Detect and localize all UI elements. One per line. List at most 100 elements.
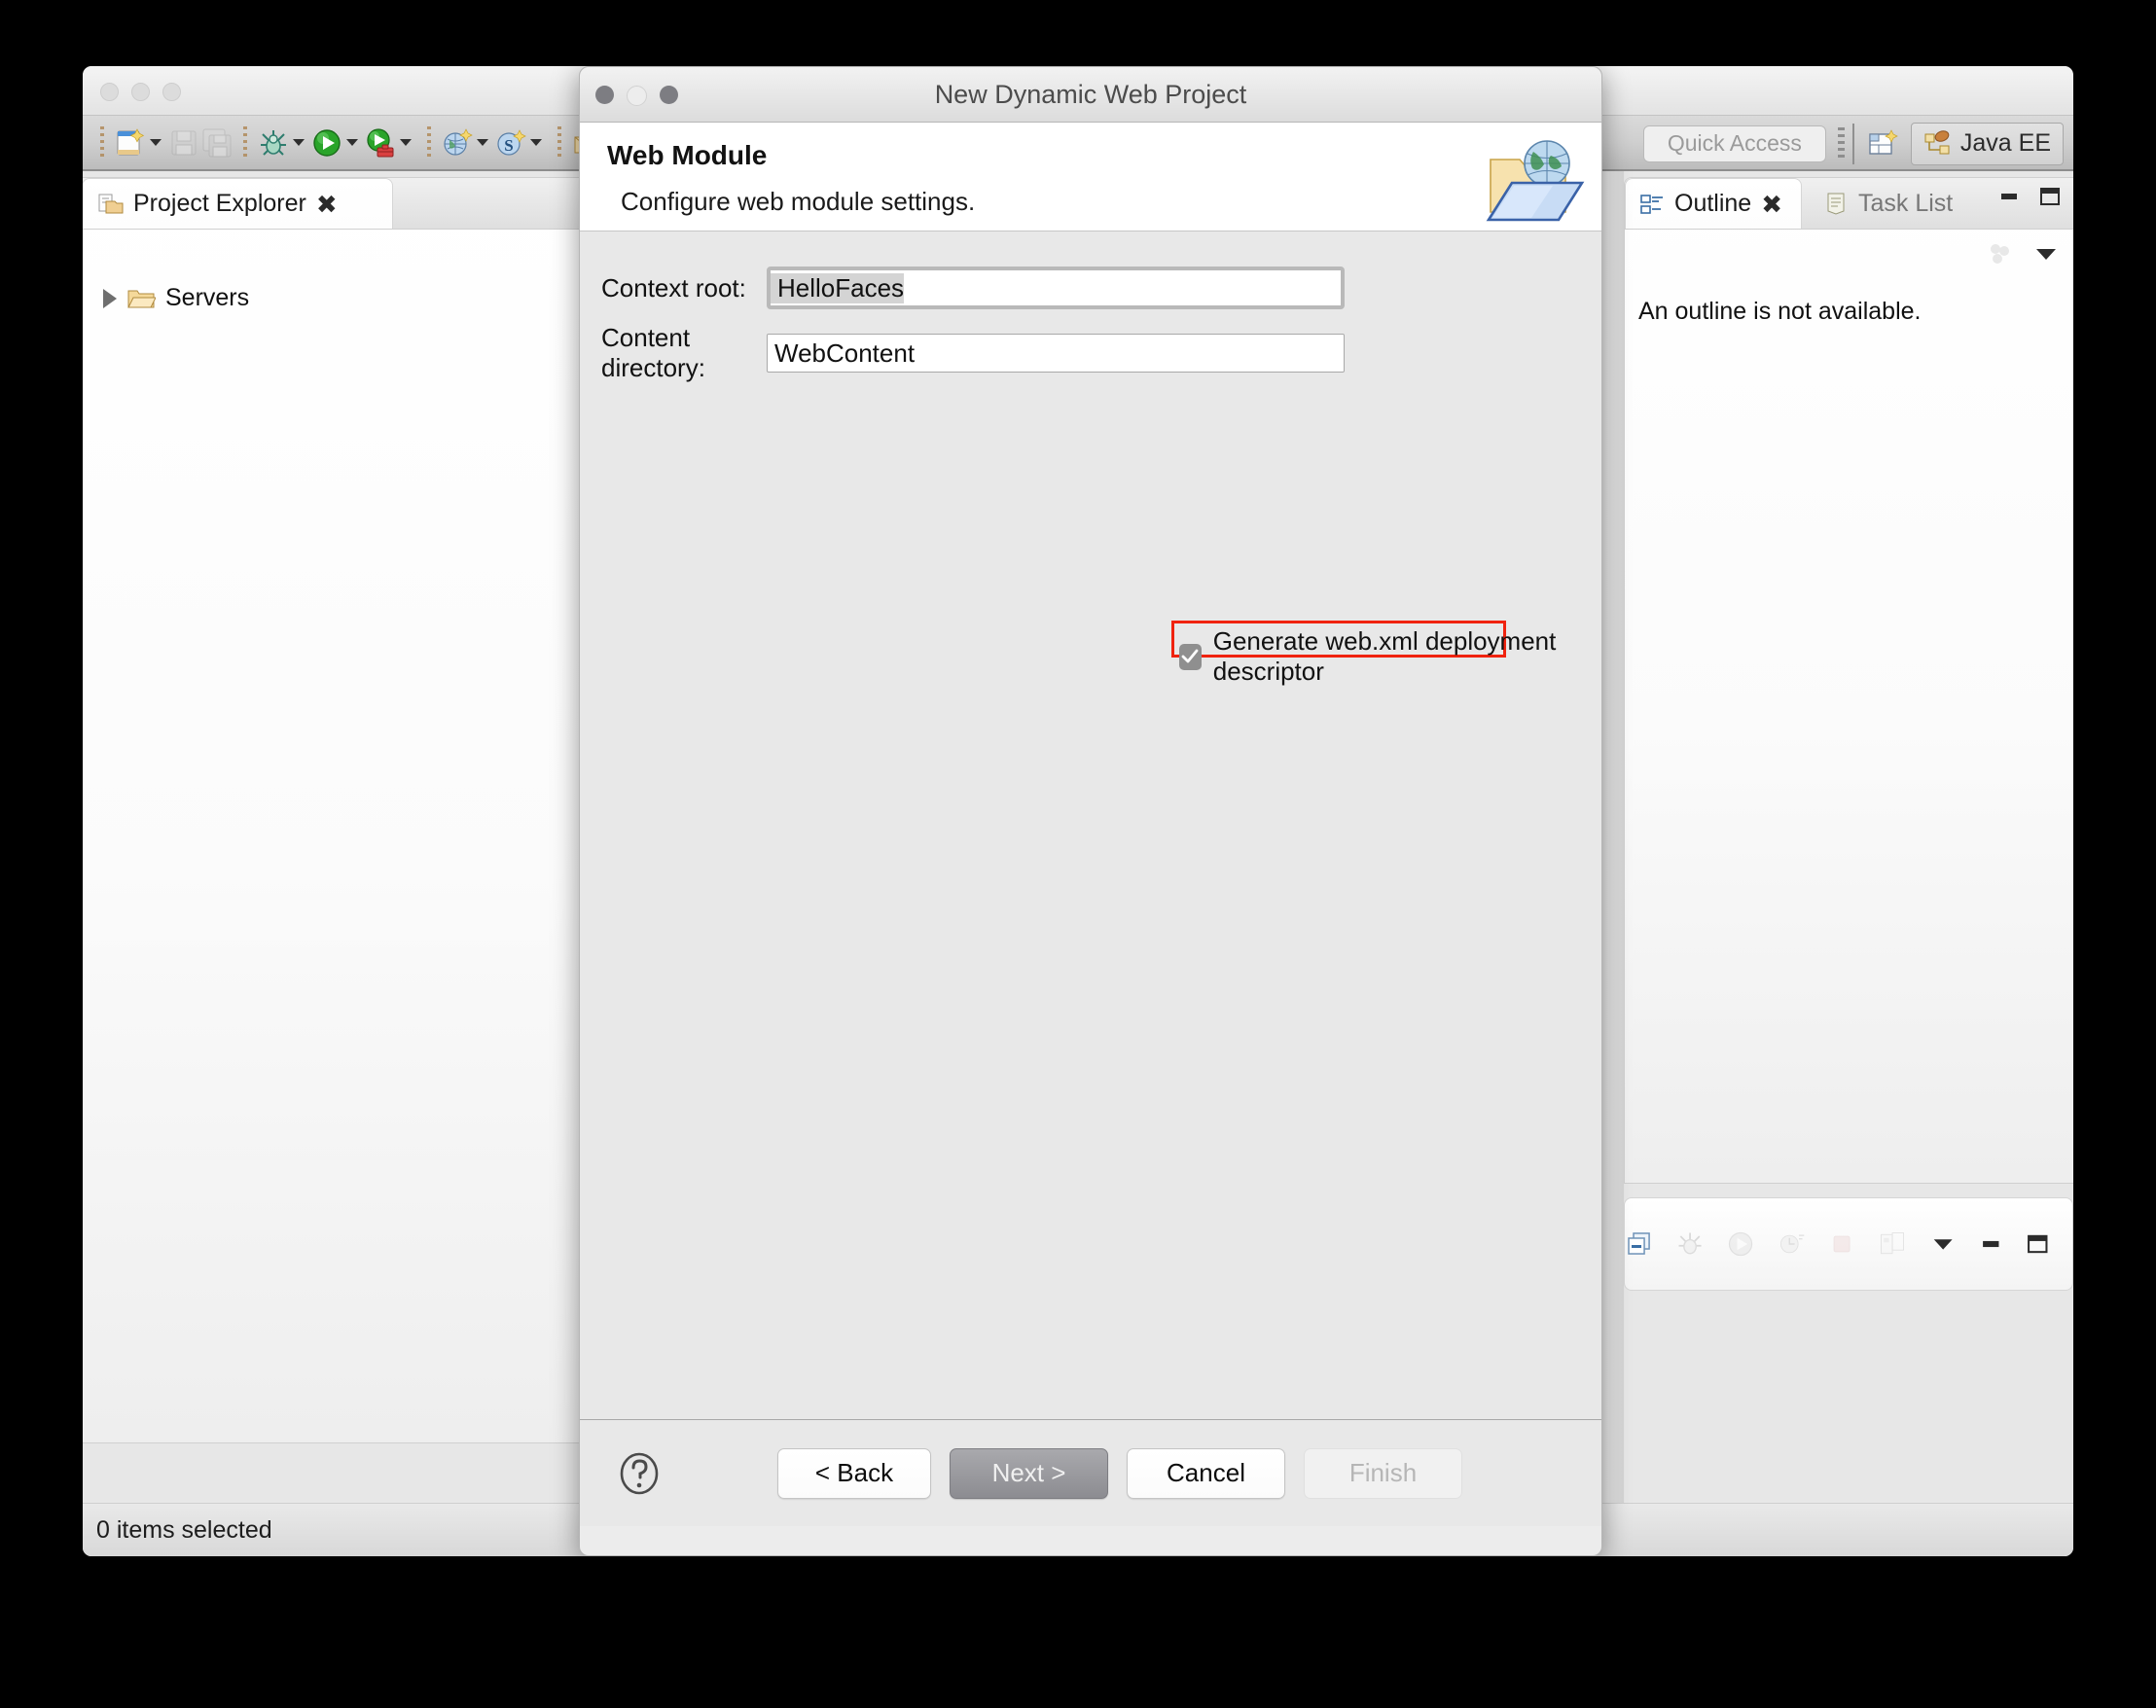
outline-panel: Outline ✖ Task List An outline is not av… (1624, 177, 2073, 1184)
debug-icon (261, 129, 286, 156)
tab-outline-label: Outline (1674, 190, 1752, 217)
dialog-close-button[interactable] (595, 86, 614, 104)
collapse-all-icon[interactable] (1625, 1228, 1654, 1261)
search-icon: S (497, 128, 526, 156)
dialog-window-controls[interactable] (595, 86, 678, 106)
minimize-button[interactable] (131, 83, 150, 101)
toolbar-new-wizard-button[interactable] (114, 121, 167, 165)
search-dropdown-arrow[interactable] (530, 139, 542, 146)
publish-server-icon (1881, 1232, 1905, 1255)
quick-access-placeholder: Quick Access (1667, 130, 1802, 156)
tab-outline-close-icon[interactable]: ✖ (1761, 192, 1782, 217)
run-icon (313, 128, 341, 157)
view-dropdown-icon[interactable] (2031, 243, 2061, 265)
run-on-server-dropdown-arrow[interactable] (400, 139, 412, 146)
task-list-icon (1827, 193, 1845, 215)
view-menu-icon[interactable] (1985, 239, 2014, 268)
toolbar-separator (243, 125, 247, 160)
expand-arrow-icon[interactable] (103, 288, 117, 308)
tab-project-explorer-label: Project Explorer (133, 190, 306, 217)
tab-project-explorer[interactable]: Project Explorer ✖ (83, 178, 393, 229)
view-dropdown-icon[interactable] (1929, 1232, 1957, 1256)
outline-empty-message-area: An outline is not available. (1625, 278, 2073, 326)
context-root-row: Context root: HelloFaces (580, 267, 1601, 309)
generate-webxml-checkbox-row[interactable]: Generate web.xml deployment descriptor (1179, 626, 1601, 687)
dialog-titlebar: New Dynamic Web Project (580, 67, 1601, 123)
zoom-button[interactable] (162, 83, 181, 101)
status-bar-text: 0 items selected (96, 1516, 272, 1544)
project-explorer-icon (98, 194, 124, 213)
new-dynamic-web-project-dialog: New Dynamic Web Project Web Module Confi… (579, 66, 1602, 1556)
toolbar-run-on-server-button[interactable] (364, 121, 417, 165)
dialog-title: New Dynamic Web Project (934, 79, 1247, 109)
maximize-icon[interactable] (2037, 184, 2063, 209)
save-icon (171, 130, 197, 155)
wizard-page-title: Web Module (607, 140, 768, 170)
close-button[interactable] (100, 83, 119, 101)
toolbar-save-button (167, 121, 200, 165)
toolbar-debug-button[interactable] (257, 121, 310, 165)
outline-window-buttons (1996, 184, 2063, 209)
back-button[interactable]: < Back (777, 1447, 931, 1499)
next-button[interactable]: Next > (950, 1447, 1108, 1499)
tab-outline[interactable]: Outline ✖ (1625, 178, 1802, 229)
stop-server-icon (1834, 1235, 1851, 1253)
toolbar-search-button[interactable]: S (494, 121, 548, 165)
content-directory-input[interactable]: WebContent (767, 334, 1345, 373)
screen: S Quick Access Java EE Project Explorer … (0, 0, 2156, 1708)
debug-dropdown-arrow[interactable] (293, 139, 305, 146)
servers-view-toolbar (1624, 1197, 2073, 1291)
wizard-page-subtitle: Configure web module settings. (621, 187, 976, 216)
save-all-icon (202, 128, 232, 157)
content-directory-row: Content directory: WebContent (580, 323, 1601, 383)
minimize-icon[interactable] (1996, 184, 2022, 209)
generate-webxml-checkbox[interactable] (1179, 643, 1202, 670)
toolbar-divider (1851, 123, 1854, 164)
content-directory-label: Content directory: (601, 323, 705, 382)
toolbar-grip[interactable] (1837, 126, 1845, 160)
window-controls[interactable] (100, 83, 181, 101)
dialog-zoom-button[interactable] (660, 86, 678, 104)
debug-server-icon (1678, 1232, 1702, 1255)
new-wizard-icon (117, 127, 145, 155)
check-icon (1181, 649, 1199, 663)
context-root-input[interactable]: HelloFaces (767, 267, 1345, 309)
run-dropdown-arrow[interactable] (346, 139, 358, 146)
new-wizard-dropdown-arrow[interactable] (150, 139, 162, 146)
tab-task-list[interactable]: Task List (1810, 178, 2004, 229)
context-root-value: HelloFaces (771, 272, 905, 303)
folder-icon (127, 290, 156, 307)
tab-project-explorer-close-icon[interactable]: ✖ (316, 192, 338, 217)
context-root-label: Context root: (601, 272, 746, 302)
toolbar-separator (427, 125, 431, 160)
toolbar-save-all-button (200, 121, 234, 165)
content-directory-value: WebContent (774, 338, 916, 368)
tree-item-servers-label: Servers (165, 284, 250, 311)
toolbar-new-server-button[interactable] (441, 121, 494, 165)
dialog-footer: < Back Next > Cancel Finish (580, 1419, 1601, 1526)
java-ee-perspective-icon (1924, 129, 1950, 154)
help-button[interactable] (617, 1451, 662, 1496)
dialog-content: Context root: HelloFaces Content directo… (580, 231, 1601, 1526)
open-perspective-icon[interactable] (1866, 127, 1899, 160)
profile-server-icon (1780, 1234, 1805, 1254)
outline-empty-message: An outline is not available. (1638, 298, 1922, 325)
toolbar-run-button[interactable] (310, 121, 364, 165)
new-server-icon (444, 127, 473, 156)
outline-tabstrip: Outline ✖ Task List (1625, 178, 2073, 230)
outline-view-toolbar (1625, 230, 2073, 278)
dialog-header: Web Module Configure web module settings… (580, 123, 1601, 231)
minimize-icon[interactable] (1978, 1229, 2004, 1259)
start-server-icon (1729, 1231, 1753, 1257)
perspective-label: Java EE (1959, 129, 2051, 157)
cancel-button[interactable]: Cancel (1127, 1447, 1285, 1499)
generate-webxml-label: Generate web.xml deployment descriptor (1212, 626, 1557, 686)
outline-icon (1640, 194, 1663, 214)
web-folder-globe-icon (1486, 140, 1585, 222)
perspective-java-ee-button[interactable]: Java EE (1910, 122, 2064, 165)
finish-button: Finish (1304, 1447, 1462, 1499)
dialog-minimize-button[interactable] (627, 86, 647, 106)
quick-access-input[interactable]: Quick Access (1642, 125, 1826, 162)
new-server-dropdown-arrow[interactable] (477, 139, 488, 146)
maximize-icon[interactable] (2025, 1229, 2051, 1259)
